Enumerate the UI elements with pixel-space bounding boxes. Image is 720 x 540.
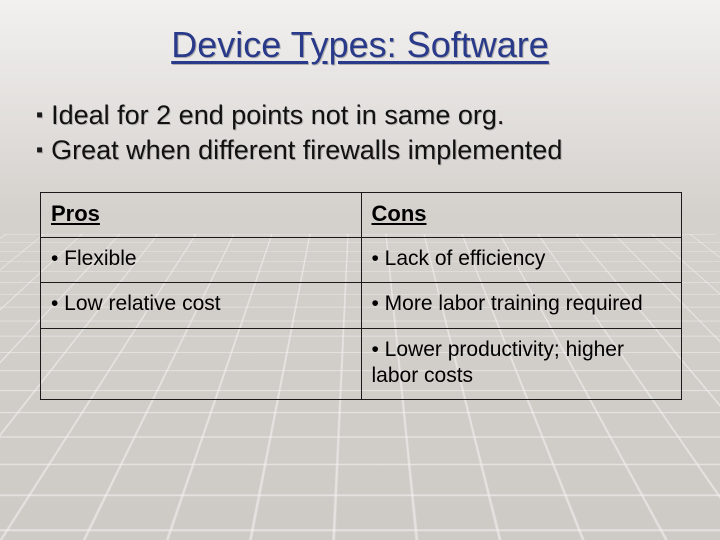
table-row: • Flexible • Lack of efficiency [41, 238, 682, 283]
bullet-text: Ideal for 2 end points not in same org. [51, 100, 504, 131]
slide-title: Device Types: Software [30, 24, 690, 66]
bullet-list: ▪ Ideal for 2 end points not in same org… [36, 100, 690, 166]
table-row: • Lower productivity; higher labor costs [41, 328, 682, 400]
pro-cell: • Flexible [41, 238, 362, 283]
cons-header: Cons [361, 193, 682, 238]
pro-cell-empty [41, 328, 362, 400]
bullet-item: ▪ Great when different firewalls impleme… [36, 135, 690, 166]
slide-content: Device Types: Software ▪ Ideal for 2 end… [0, 0, 720, 420]
pros-header: Pros [41, 193, 362, 238]
con-cell: • More labor training required [361, 283, 682, 328]
square-bullet-icon: ▪ [36, 135, 43, 165]
con-cell: • Lower productivity; higher labor costs [361, 328, 682, 400]
bullet-text: Great when different firewalls implement… [51, 135, 562, 166]
pro-cell: • Low relative cost [41, 283, 362, 328]
table-row: • Low relative cost • More labor trainin… [41, 283, 682, 328]
bullet-item: ▪ Ideal for 2 end points not in same org… [36, 100, 690, 131]
square-bullet-icon: ▪ [36, 100, 43, 130]
table-header-row: Pros Cons [41, 193, 682, 238]
pros-cons-table: Pros Cons • Flexible • Lack of efficienc… [40, 192, 682, 400]
con-cell: • Lack of efficiency [361, 238, 682, 283]
